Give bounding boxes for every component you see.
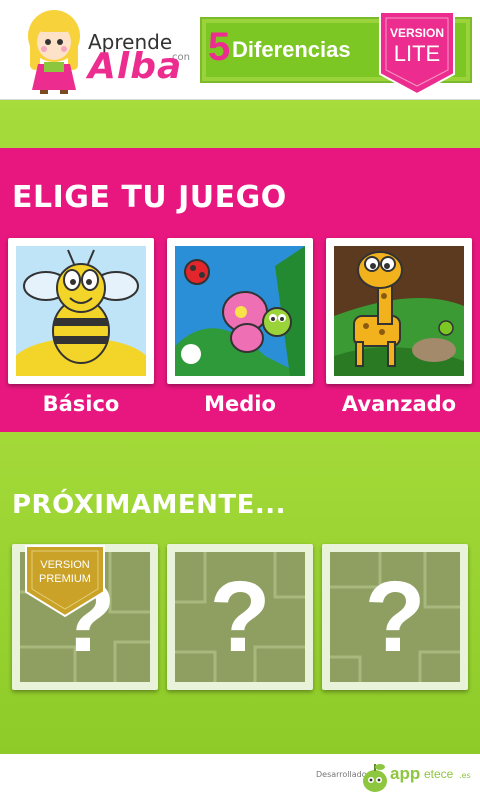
giraffe-icon bbox=[334, 246, 464, 376]
coming-soon-title: PRÓXIMAMENTE... bbox=[12, 490, 286, 520]
premium-badge-line-1: VERSION bbox=[40, 559, 90, 571]
locked-card-3: ? bbox=[322, 544, 468, 690]
question-mark-3: ? bbox=[364, 561, 426, 673]
question-mark-2: ? bbox=[209, 561, 271, 673]
brand-domain-suffix[interactable]: .es bbox=[459, 771, 471, 780]
version-premium-badge: VERSION PREMIUM bbox=[24, 542, 106, 618]
app-footer: Desarrollado por app etece .es bbox=[0, 754, 480, 800]
bee-picture bbox=[16, 246, 146, 376]
bee-icon bbox=[16, 246, 146, 376]
version-big-label: LITE bbox=[393, 41, 441, 66]
premium-badge-line-2: PREMIUM bbox=[39, 573, 91, 585]
alba-girl-icon bbox=[28, 10, 80, 94]
locked-picture-2: ? bbox=[175, 552, 305, 682]
game-label-basico[interactable]: Básico bbox=[8, 392, 154, 416]
giraffe-picture bbox=[334, 246, 464, 376]
title-number: 5 bbox=[208, 25, 231, 69]
butterfly-icon bbox=[175, 246, 305, 376]
locked-picture-3: ? bbox=[330, 552, 460, 682]
game-card-medio[interactable] bbox=[167, 238, 313, 384]
version-lite-tag: VERSION LITE bbox=[378, 12, 456, 96]
game-card-avanzado[interactable] bbox=[326, 238, 472, 384]
choose-game-title: ELIGE TU JUEGO bbox=[12, 180, 287, 215]
version-small-label: VERSION bbox=[389, 26, 444, 40]
logo-word-alba: Alba bbox=[88, 46, 183, 87]
app-header: Aprende con Alba 5 Diferencias VERSION L… bbox=[0, 0, 480, 100]
brand-name-part-1[interactable]: app bbox=[390, 764, 420, 784]
brand-name-part-2[interactable]: etece bbox=[424, 767, 453, 781]
butterfly-picture bbox=[175, 246, 305, 376]
apple-mascot-icon bbox=[363, 764, 387, 792]
game-label-avanzado[interactable]: Avanzado bbox=[326, 392, 472, 416]
title-text: Diferencias bbox=[232, 37, 351, 62]
game-label-medio[interactable]: Medio bbox=[167, 392, 313, 416]
locked-card-2: ? bbox=[167, 544, 313, 690]
aprende-con-alba-logo: Aprende con Alba bbox=[22, 6, 192, 96]
game-card-basico[interactable] bbox=[8, 238, 154, 384]
